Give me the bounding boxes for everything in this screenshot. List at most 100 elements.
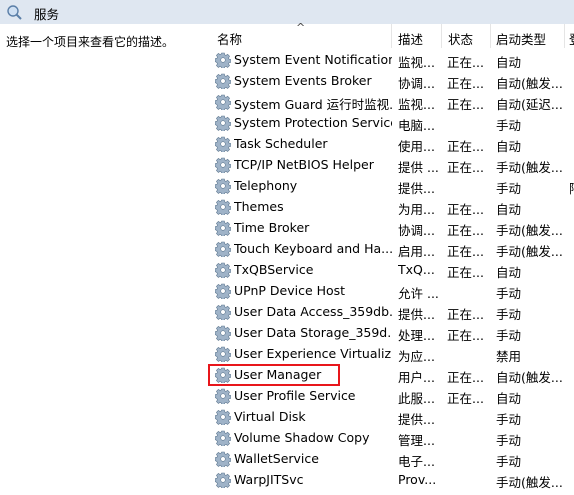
service-startup-type: 自动 xyxy=(496,55,522,70)
service-name: WarpJITSvc xyxy=(234,472,304,487)
service-name: Themes xyxy=(234,199,284,214)
service-status: 正在... xyxy=(447,97,484,112)
service-row[interactable]: System Protection Service 电脑... 手动 xyxy=(207,113,574,134)
service-startup-type: 手动 xyxy=(496,307,522,322)
column-header-logon[interactable]: 登 xyxy=(569,29,574,48)
service-name: WalletService xyxy=(234,451,319,466)
service-description: 此服... xyxy=(398,391,435,406)
gear-icon xyxy=(214,409,232,427)
service-startup-type: 自动(触发... xyxy=(496,370,563,385)
service-startup-type: 手动 xyxy=(496,328,522,343)
service-row[interactable]: TxQBService TxQ... 正在... 自动 xyxy=(207,260,574,281)
gear-icon xyxy=(214,136,232,154)
service-row[interactable]: Time Broker 协调... 正在... 手动(触发... xyxy=(207,218,574,239)
service-description: 为用... xyxy=(398,202,435,217)
window-title: 服务 xyxy=(34,7,60,22)
service-status: 正在... xyxy=(447,328,484,343)
gear-icon xyxy=(214,157,232,175)
column-divider[interactable] xyxy=(441,24,442,48)
service-description: 允许 ... xyxy=(398,286,439,301)
service-startup-type: 手动 xyxy=(496,118,522,133)
service-status: 正在... xyxy=(447,139,484,154)
service-description: 提供... xyxy=(398,307,435,322)
service-row[interactable]: System Event Notification... 监视... 正在... 自动 xyxy=(207,50,574,71)
gear-icon xyxy=(214,220,232,238)
service-description: 提供... xyxy=(398,412,435,427)
description-text: 选择一个项目来查看它的描述。 xyxy=(6,35,175,49)
service-description: 用户... xyxy=(398,370,435,385)
service-row[interactable]: UPnP Device Host 允许 ... 手动 xyxy=(207,281,574,302)
service-name: TCP/IP NetBIOS Helper xyxy=(234,157,374,172)
service-row[interactable]: Volume Shadow Copy 管理... 手动 xyxy=(207,428,574,449)
service-row[interactable]: WalletService 电子... 手动 xyxy=(207,449,574,470)
service-description: 启用... xyxy=(398,244,435,259)
service-status: 正在... xyxy=(447,202,484,217)
service-description: 电脑... xyxy=(398,118,435,133)
service-name: Telephony xyxy=(234,178,298,193)
service-description: 使用... xyxy=(398,139,435,154)
gear-icon xyxy=(214,178,232,196)
service-row[interactable]: System Events Broker 协调... 正在... 自动(触发... xyxy=(207,71,574,92)
service-row[interactable]: Virtual Disk 提供... 手动 xyxy=(207,407,574,428)
service-row[interactable]: Themes 为用... 正在... 自动 xyxy=(207,197,574,218)
column-divider[interactable] xyxy=(391,24,392,48)
service-startup-type: 自动 xyxy=(496,391,522,406)
service-startup-type: 手动 xyxy=(496,181,522,196)
gear-icon xyxy=(214,199,232,217)
service-name: System Guard 运行时监视... xyxy=(234,97,392,112)
service-row[interactable]: User Profile Service 此服... 正在... 自动 xyxy=(207,386,574,407)
gear-icon xyxy=(214,73,232,91)
gear-icon xyxy=(214,52,232,70)
service-name: System Protection Service xyxy=(234,115,392,130)
service-status: 正在... xyxy=(447,223,484,238)
column-divider[interactable] xyxy=(490,24,491,48)
service-startup-type: 手动 xyxy=(496,286,522,301)
gear-icon xyxy=(214,262,232,280)
service-status: 正在... xyxy=(447,370,484,385)
service-row[interactable]: Telephony 提供... 手动 阿 xyxy=(207,176,574,197)
service-row[interactable]: User Data Storage_359d... 处理... 正在... 手动 xyxy=(207,323,574,344)
service-row[interactable]: Task Scheduler 使用... 正在... 自动 xyxy=(207,134,574,155)
service-startup-type: 自动 xyxy=(496,202,522,217)
service-name: UPnP Device Host xyxy=(234,283,346,298)
service-description: 管理... xyxy=(398,433,435,448)
column-header-status[interactable]: 状态 xyxy=(448,29,473,48)
service-startup-type: 手动(触发... xyxy=(496,160,563,175)
gear-icon xyxy=(214,115,232,133)
description-pane: 选择一个项目来查看它的描述。 xyxy=(0,24,207,495)
column-header-name[interactable]: 名称 xyxy=(217,29,242,48)
service-description: 协调... xyxy=(398,223,435,238)
gear-icon xyxy=(214,94,232,112)
service-row[interactable]: User Data Access_359db... 提供... 正在... 手动 xyxy=(207,302,574,323)
service-name: User Profile Service xyxy=(234,388,356,403)
service-description: 处理... xyxy=(398,328,435,343)
service-startup-type: 手动(触发... xyxy=(496,475,563,490)
service-status: 正在... xyxy=(447,307,484,322)
service-row[interactable]: TCP/IP NetBIOS Helper 提供 ... 正在... 手动(触发... xyxy=(207,155,574,176)
services-list-pane[interactable]: 名称 ^ 描述 状态 启动类型 登 System Event Notificat… xyxy=(207,21,574,495)
service-row[interactable]: System Guard 运行时监视... 监视... 正在... 自动(延迟... xyxy=(207,92,574,113)
service-description: 监视... xyxy=(398,55,435,70)
service-description: 提供... xyxy=(398,181,435,196)
service-row[interactable]: User Experience Virtualiz... 为应... 禁用 xyxy=(207,344,574,365)
services-magnifier-icon xyxy=(7,5,22,20)
service-description: TxQ... xyxy=(398,262,435,277)
service-row[interactable]: Touch Keyboard and Ha... 启用... 正在... 手动(触发.… xyxy=(207,239,574,260)
sort-arrow-icon: ^ xyxy=(296,21,306,34)
gear-icon xyxy=(214,283,232,301)
gear-icon xyxy=(214,325,232,343)
column-divider[interactable] xyxy=(564,24,565,48)
column-header-startup-type[interactable]: 启动类型 xyxy=(496,29,546,48)
service-row[interactable]: WarpJITSvc Prov... 手动(触发... xyxy=(207,470,574,491)
service-name: User Data Access_359db... xyxy=(234,304,392,319)
service-status: 正在... xyxy=(447,244,484,259)
column-header-description[interactable]: 描述 xyxy=(398,29,423,48)
service-name: System Events Broker xyxy=(234,73,372,88)
service-logon: 阿 xyxy=(569,178,574,197)
service-startup-type: 自动(触发... xyxy=(496,76,563,91)
service-name: Task Scheduler xyxy=(234,136,328,151)
service-name: Touch Keyboard and Ha... xyxy=(234,241,392,256)
service-description: 提供 ... xyxy=(398,160,439,175)
gear-icon xyxy=(214,241,232,259)
service-startup-type: 手动 xyxy=(496,433,522,448)
